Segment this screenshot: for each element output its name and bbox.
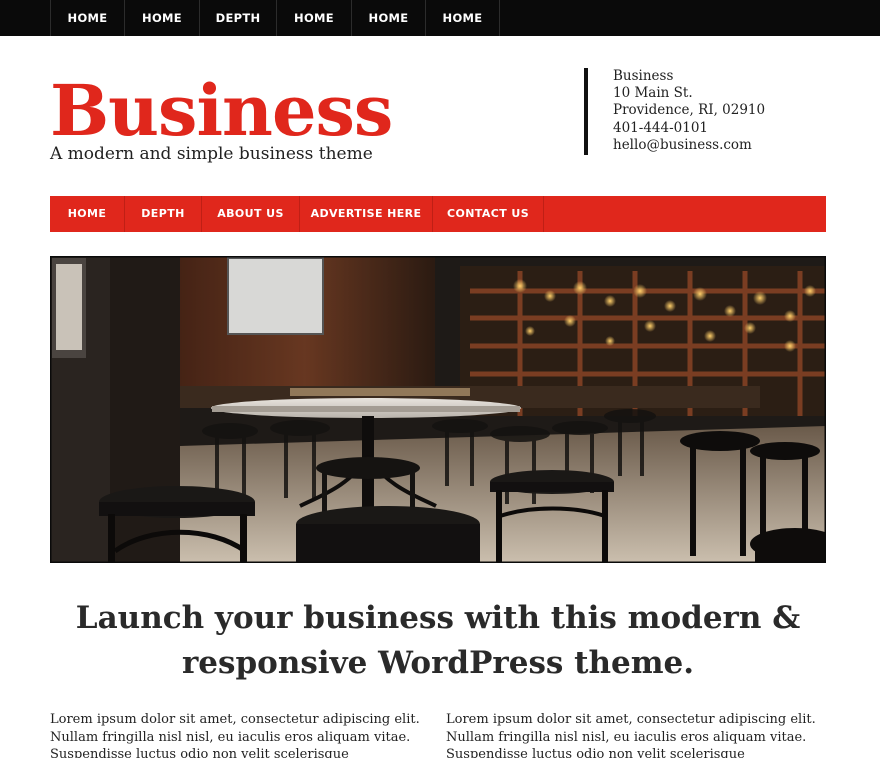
paragraph: Lorem ipsum dolor sit amet, consectetur …	[446, 712, 816, 758]
main-nav-item-depth[interactable]: DEPTH	[125, 196, 202, 232]
page-headline: Launch your business with this modern & …	[75, 600, 801, 681]
paragraph: Lorem ipsum dolor sit amet, consectetur …	[50, 712, 420, 758]
text-column-right: Lorem ipsum dolor sit amet, consectetur …	[446, 711, 830, 758]
main-nav-item-advertise-here[interactable]: ADVERTISE HERE	[300, 196, 433, 232]
site-title[interactable]: Business	[50, 68, 393, 154]
address-city: Providence, RI, 02910	[613, 102, 766, 119]
top-nav-item-home[interactable]: HOME	[426, 0, 500, 36]
address-phone: 401-444-0101	[613, 119, 709, 136]
top-navigation-bar: HOME HOME DEPTH HOME HOME HOME	[0, 0, 880, 36]
main-nav-item-contact-us[interactable]: CONTACT US	[433, 196, 544, 232]
top-nav-item-home[interactable]: HOME	[352, 0, 426, 36]
main-nav-item-home[interactable]: HOME	[50, 196, 125, 232]
restaurant-interior-photo	[50, 256, 826, 563]
top-nav-item-home[interactable]: HOME	[51, 0, 125, 36]
contact-address-block: Business 10 Main St. Providence, RI, 029…	[584, 68, 765, 155]
site-tagline: A modern and simple business theme	[50, 144, 373, 164]
top-nav-item-home[interactable]: HOME	[125, 0, 200, 36]
address-company: Business	[613, 68, 674, 84]
text-column-left: Lorem ipsum dolor sit amet, consectetur …	[50, 711, 434, 758]
main-navigation-bar: HOME DEPTH ABOUT US ADVERTISE HERE CONTA…	[50, 196, 826, 232]
address-email: hello@business.com	[613, 136, 752, 153]
hero-image	[50, 256, 826, 563]
top-nav-item-home[interactable]: HOME	[277, 0, 352, 36]
top-nav: HOME HOME DEPTH HOME HOME HOME	[50, 0, 500, 36]
top-nav-item-depth[interactable]: DEPTH	[200, 0, 277, 36]
main-nav-item-about-us[interactable]: ABOUT US	[202, 196, 300, 232]
address-street: 10 Main St.	[613, 85, 693, 102]
